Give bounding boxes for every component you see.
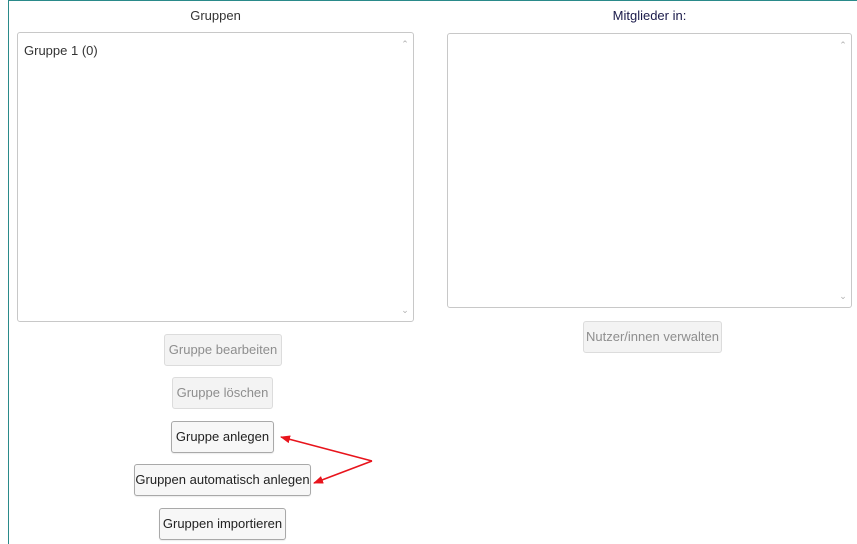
manage-users-button[interactable]: Nutzer/innen verwalten (583, 321, 722, 353)
import-groups-button[interactable]: Gruppen importieren (159, 508, 286, 540)
members-title: Mitglieder in: (612, 8, 687, 23)
edit-group-button[interactable]: Gruppe bearbeiten (164, 334, 282, 366)
create-group-button[interactable]: Gruppe anlegen (171, 421, 274, 453)
auto-create-groups-button[interactable]: Gruppen automatisch anlegen (134, 464, 311, 496)
delete-group-button[interactable]: Gruppe löschen (172, 377, 273, 409)
groups-title: Gruppen (190, 8, 241, 23)
scroll-up-icon[interactable]: ⌃ (400, 39, 410, 49)
scroll-down-icon[interactable]: ⌄ (838, 291, 848, 301)
scroll-up-icon[interactable]: ⌃ (838, 40, 848, 50)
scroll-down-icon[interactable]: ⌄ (400, 305, 410, 315)
list-item-group[interactable]: Gruppe 1 (0) (24, 43, 98, 58)
groups-listbox[interactable]: Gruppe 1 (0) ⌃ ⌄ (17, 32, 414, 322)
members-listbox[interactable]: ⌃ ⌄ (447, 33, 852, 308)
